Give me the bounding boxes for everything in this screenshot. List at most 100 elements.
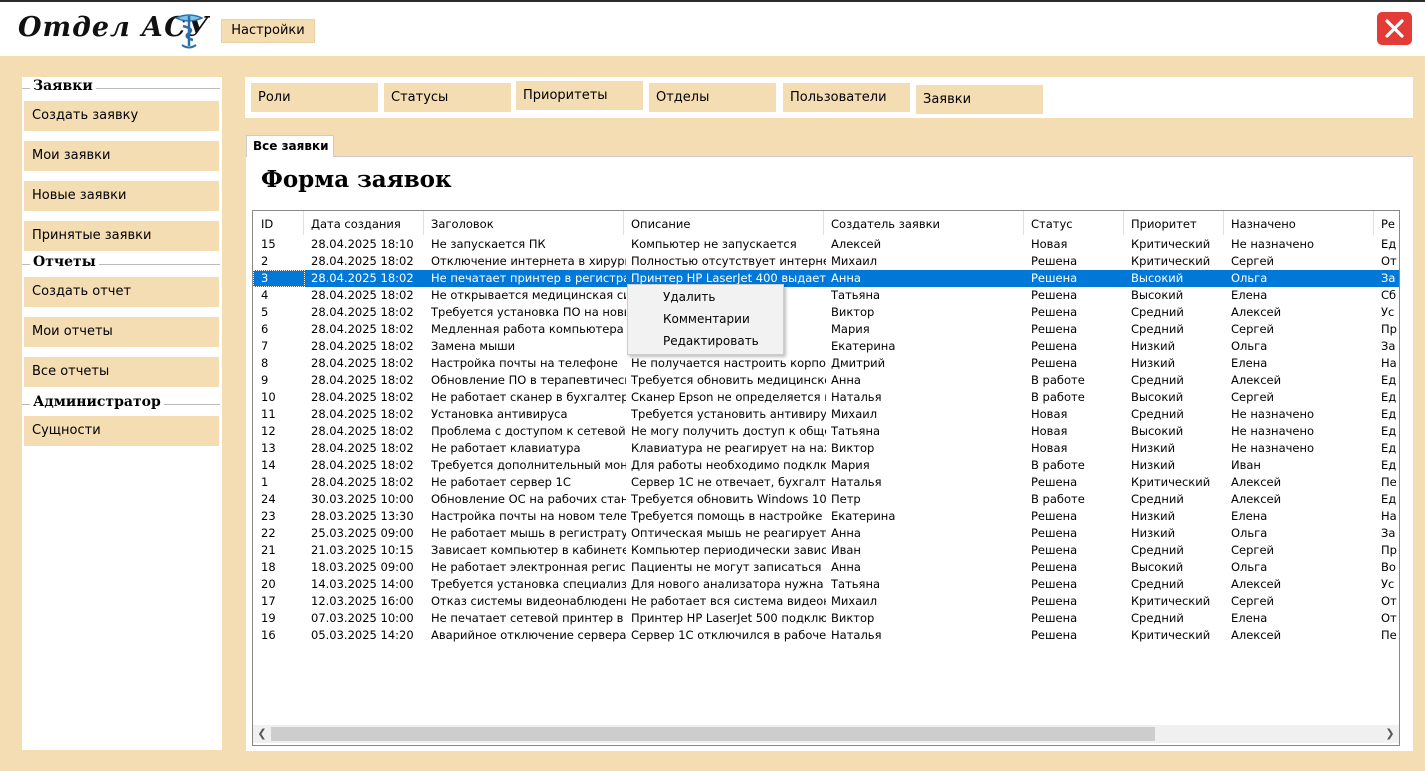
table-cell: Новая bbox=[1031, 407, 1068, 421]
sidebar-all-reports-button[interactable]: Все отчеты bbox=[24, 357, 219, 387]
context-menu-edit[interactable]: Редактировать bbox=[663, 330, 759, 352]
table-cell: Обновление ОС на рабочих станциях bbox=[431, 492, 626, 506]
table-row[interactable]: 19 07.03.2025 10:00 Не печатает сетевой пр… bbox=[253, 610, 1399, 627]
table-cell: Виктор bbox=[831, 441, 875, 455]
table-row[interactable]: 12 28.04.2025 18:02 Проблема с доступом к … bbox=[253, 423, 1399, 440]
table-cell: Пе bbox=[1381, 628, 1397, 642]
table-cell: Настройка почты на телефоне bbox=[431, 356, 618, 370]
context-menu-comments[interactable]: Комментарии bbox=[663, 308, 750, 330]
table-row[interactable]: 21 21.03.2025 10:15 Зависает компьютер в к… bbox=[253, 542, 1399, 559]
table-row[interactable]: 17 12.03.2025 16:00 Отказ системы видеонаб… bbox=[253, 593, 1399, 610]
tab-statuses[interactable]: Статусы bbox=[384, 83, 511, 112]
table-cell: Петр bbox=[831, 492, 861, 506]
column-header[interactable]: Статус bbox=[1031, 214, 1126, 234]
table-cell: Решена bbox=[1031, 628, 1078, 642]
table-row[interactable]: 22 25.03.2025 09:00 Не работает мышь в рег… bbox=[253, 525, 1399, 542]
horizontal-scrollbar[interactable]: ❮ ❯ bbox=[253, 725, 1399, 743]
table-cell: 13 bbox=[261, 441, 276, 455]
window-right-edge bbox=[1413, 77, 1425, 771]
column-separator[interactable] bbox=[823, 211, 824, 235]
table-cell: Анна bbox=[831, 373, 861, 387]
table-row[interactable]: 4 28.04.2025 18:02 Не открывается медицинс… bbox=[253, 287, 1399, 304]
table-cell: 28.04.2025 18:02 bbox=[311, 475, 414, 489]
context-menu-delete[interactable]: Удалить bbox=[663, 286, 716, 308]
table-cell: Критический bbox=[1131, 237, 1211, 251]
table-row[interactable]: 2 28.04.2025 18:02 Отключение интернета в … bbox=[253, 253, 1399, 270]
settings-button[interactable]: Настройки bbox=[221, 19, 315, 43]
table-cell: Низкий bbox=[1131, 441, 1176, 455]
tab-roles[interactable]: Роли bbox=[251, 83, 378, 112]
table-cell: 8 bbox=[261, 356, 269, 370]
table-row[interactable]: 5 28.04.2025 18:02 Требуется установка ПО … bbox=[253, 304, 1399, 321]
table-cell: 22 bbox=[261, 526, 276, 540]
column-separator[interactable] bbox=[623, 211, 624, 235]
table-cell: 9 bbox=[261, 373, 269, 387]
column-separator[interactable] bbox=[1123, 211, 1124, 235]
table-row[interactable]: 15 28.04.2025 18:10 Не запускается ПК Компь… bbox=[253, 236, 1399, 253]
table-cell: Средний bbox=[1131, 373, 1184, 387]
table-cell: В работе bbox=[1031, 373, 1085, 387]
table-row[interactable]: 9 28.04.2025 18:02 Обновление ПО в терапев… bbox=[253, 372, 1399, 389]
table-cell: Решена bbox=[1031, 254, 1078, 268]
tab-priorities[interactable]: Приоритеты bbox=[516, 81, 643, 110]
column-separator[interactable] bbox=[303, 211, 304, 235]
sidebar-accepted-requests-button[interactable]: Принятые заявки bbox=[24, 221, 219, 251]
sidebar-create-request-button[interactable]: Создать заявку bbox=[24, 101, 219, 131]
table-row[interactable]: 23 28.03.2025 13:30 Настройка почты на нов… bbox=[253, 508, 1399, 525]
sidebar-create-report-button[interactable]: Создать отчет bbox=[24, 277, 219, 307]
table-cell: От bbox=[1381, 594, 1397, 608]
sidebar-my-requests-button[interactable]: Мои заявки bbox=[24, 141, 219, 171]
scrollbar-thumb[interactable] bbox=[271, 727, 1155, 741]
tab-all-requests[interactable]: Все заявки bbox=[246, 135, 334, 157]
scroll-right-arrow-icon[interactable]: ❯ bbox=[1381, 725, 1399, 743]
tab-requests[interactable]: Заявки bbox=[916, 85, 1043, 114]
tab-departments[interactable]: Отделы bbox=[649, 83, 776, 112]
section-title: Заявки bbox=[30, 78, 96, 94]
table-cell: В работе bbox=[1031, 390, 1085, 404]
column-header[interactable]: Назначено bbox=[1231, 214, 1376, 234]
table-row[interactable]: 11 28.04.2025 18:02 Установка антивируса Тр… bbox=[253, 406, 1399, 423]
table-cell: Не работает сервер 1С bbox=[431, 475, 571, 489]
table-row[interactable]: 20 14.03.2025 14:00 Требуется установка сп… bbox=[253, 576, 1399, 593]
table-cell: Пр bbox=[1381, 322, 1397, 336]
column-separator[interactable] bbox=[1223, 211, 1224, 235]
table-cell: За bbox=[1381, 271, 1396, 285]
column-header[interactable]: ID bbox=[261, 214, 306, 234]
table-cell: 28.04.2025 18:02 bbox=[311, 339, 414, 353]
table-cell: Ед bbox=[1381, 424, 1397, 438]
table-row[interactable]: 728.04.2025 18:02Замена мыши…мышь в…Екат… bbox=[253, 338, 1399, 355]
table-cell: За bbox=[1381, 339, 1396, 353]
column-separator[interactable] bbox=[1373, 211, 1374, 235]
column-header[interactable]: Описание bbox=[631, 214, 826, 234]
table-row[interactable]: 24 30.03.2025 10:00 Обновление ОС на рабоч… bbox=[253, 491, 1399, 508]
table-cell: 2 bbox=[261, 254, 269, 268]
requests-grid[interactable]: ID Дата создания Заголовок Описание Создател… bbox=[252, 210, 1400, 746]
table-row[interactable]: 1 28.04.2025 18:02 Не работает сервер 1С Се… bbox=[253, 474, 1399, 491]
table-cell: 28.04.2025 18:02 bbox=[311, 288, 414, 302]
table-cell: Сергей bbox=[1231, 390, 1274, 404]
sidebar-entities-button[interactable]: Сущности bbox=[24, 416, 219, 446]
column-header[interactable]: Заголовок bbox=[431, 214, 626, 234]
column-separator[interactable] bbox=[423, 211, 424, 235]
table-row[interactable]: 6 28.04.2025 18:02 Медленная работа компью… bbox=[253, 321, 1399, 338]
scroll-left-arrow-icon[interactable]: ❮ bbox=[253, 725, 271, 743]
close-button[interactable] bbox=[1377, 12, 1412, 45]
sidebar-new-requests-button[interactable]: Новые заявки bbox=[24, 181, 219, 211]
column-separator[interactable] bbox=[1023, 211, 1024, 235]
table-row[interactable]: 10 28.04.2025 18:02 Не работает сканер в б… bbox=[253, 389, 1399, 406]
column-header[interactable]: Создатель заявки bbox=[831, 214, 1026, 234]
table-cell: Мария bbox=[831, 322, 870, 336]
tab-users[interactable]: Пользователи bbox=[783, 83, 910, 112]
column-header[interactable]: Дата создания bbox=[311, 214, 426, 234]
table-row[interactable]: 13 28.04.2025 18:02 Не работает клавиатура… bbox=[253, 440, 1399, 457]
table-row[interactable]: 16 05.03.2025 14:20 Аварийное отключение с… bbox=[253, 627, 1399, 644]
table-row[interactable]: 14 28.04.2025 18:02 Требуется дополнительн… bbox=[253, 457, 1399, 474]
sidebar-my-reports-button[interactable]: Мои отчеты bbox=[24, 317, 219, 347]
table-row-selected[interactable]: 3 28.04.2025 18:02 Не печатает принтер в р… bbox=[253, 270, 1399, 287]
column-header[interactable]: Приоритет bbox=[1131, 214, 1226, 234]
table-cell: Сергей bbox=[1231, 254, 1274, 268]
table-cell: Средний bbox=[1131, 611, 1184, 625]
table-row[interactable]: 18 18.03.2025 09:00 Не работает электронна… bbox=[253, 559, 1399, 576]
table-row[interactable]: 8 28.04.2025 18:02 Настройка почты на теле… bbox=[253, 355, 1399, 372]
column-header[interactable]: Ре bbox=[1381, 214, 1399, 234]
